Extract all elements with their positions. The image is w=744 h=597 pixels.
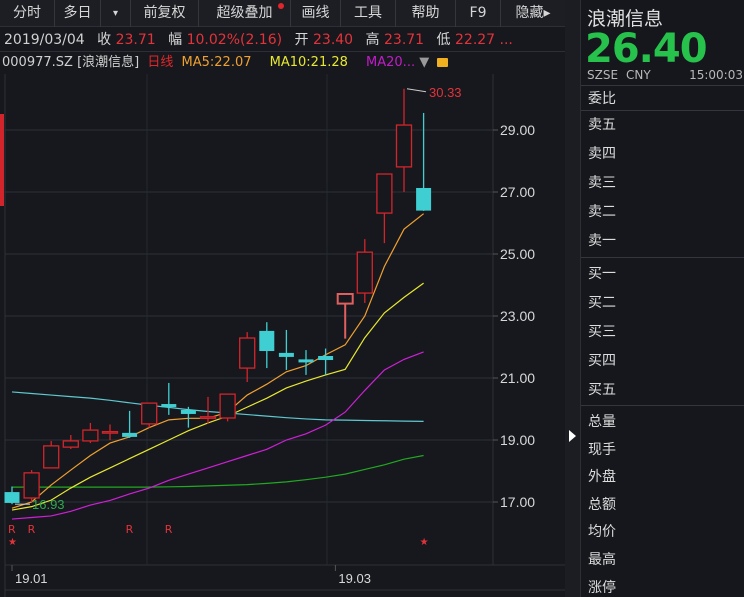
candle — [101, 424, 119, 440]
expand-arrow-icon[interactable] — [569, 430, 576, 442]
candle — [4, 486, 20, 505]
stat-label: 最高 — [588, 552, 616, 568]
exchange: SZSE — [587, 68, 619, 82]
candle — [259, 322, 275, 369]
candle — [62, 435, 79, 449]
candle — [376, 173, 393, 244]
r-signal-marker: R — [165, 523, 173, 536]
y-tick-label: 25.00 — [500, 246, 535, 262]
currency: CNY — [626, 68, 651, 82]
sell-level-label: 卖二 — [588, 204, 616, 220]
candle — [278, 329, 294, 370]
candle-body — [395, 124, 413, 168]
candle-body — [101, 430, 119, 434]
candle-body — [62, 440, 79, 448]
candlestick-chart[interactable]: 29.00 27.00 25.00 23.00 21.00 19.00 17.00 19.01… — [0, 0, 565, 597]
candle — [395, 88, 413, 192]
candle-body — [318, 355, 334, 361]
candle — [43, 440, 60, 469]
last-price: 26.40 — [585, 26, 708, 72]
candle-body — [239, 337, 256, 369]
order-ratio-label: 委比 — [588, 91, 616, 107]
candle-body — [219, 393, 236, 419]
candle-body — [23, 472, 40, 499]
quote-time: 15:00:03 — [689, 68, 743, 82]
y-tick-label: 29.00 — [500, 122, 535, 138]
candle-body — [4, 492, 20, 503]
buy-level-label: 买一 — [588, 266, 616, 282]
y-tick-label: 23.00 — [500, 308, 535, 324]
stat-label: 总量 — [588, 414, 616, 430]
candle-body — [180, 409, 196, 414]
candle-body — [122, 432, 138, 437]
stat-label: 涨停 — [588, 579, 616, 596]
stat-label: 外盘 — [588, 469, 616, 486]
candle — [219, 393, 236, 422]
buy-level-label: 买二 — [588, 295, 616, 311]
candle — [239, 332, 256, 383]
candle — [416, 112, 432, 211]
candle-body — [161, 404, 177, 408]
candle-body — [376, 173, 393, 214]
candle-body — [141, 402, 158, 425]
ma-line-ma20 — [11, 351, 424, 520]
stat-label: 总额 — [588, 496, 616, 513]
high-arrow-icon — [406, 88, 427, 93]
x-tick-label: 19.01 — [15, 571, 48, 586]
x-tick-label: 19.03 — [338, 571, 371, 586]
candle-body — [278, 352, 294, 357]
stat-label: 均价 — [588, 524, 616, 541]
candle — [161, 382, 177, 415]
candle-body — [259, 330, 275, 352]
sell-level-label: 卖三 — [588, 175, 616, 191]
ma-line-ma — [11, 391, 424, 422]
star-signal-icon: ★ — [8, 537, 17, 548]
buy-level-label: 买三 — [588, 324, 616, 340]
y-tick-label: 27.00 — [500, 184, 535, 200]
sell-level-label: 卖五 — [588, 117, 616, 133]
r-signal-marker: R — [28, 523, 36, 536]
quote-meta: SZSE CNY 15:00:03 — [587, 68, 743, 82]
buy-level-label: 买四 — [588, 353, 616, 369]
r-signal-marker: R — [126, 523, 134, 536]
side-collapse-strip[interactable] — [565, 0, 580, 597]
stat-label: 现手 — [588, 441, 616, 458]
candle — [141, 402, 158, 428]
sell-level-label: 卖一 — [588, 233, 616, 249]
y-tick-label: 17.00 — [500, 494, 535, 510]
candle-body — [82, 429, 99, 442]
candle-body — [356, 251, 373, 294]
candle-body — [43, 445, 60, 469]
candle — [122, 410, 138, 438]
sell-level-label: 卖四 — [588, 146, 616, 162]
ma-line-ma60 — [12, 454, 424, 488]
left-range-indicator — [0, 114, 4, 206]
candle-body — [199, 416, 217, 419]
buy-level-label: 买五 — [588, 382, 616, 398]
quote-panel: 浪潮信息 26.40 SZSE CNY 15:00:03 委比 卖五 卖四 卖三 卖二 卖一… — [580, 0, 744, 597]
candle — [82, 422, 99, 444]
low-price-label: 16.93 — [32, 497, 65, 512]
candle — [356, 239, 373, 303]
candle-body — [336, 292, 354, 305]
candle — [180, 406, 196, 428]
candle-body — [298, 359, 314, 363]
candle-body — [416, 187, 432, 211]
y-tick-label: 19.00 — [500, 432, 535, 448]
r-signal-marker: R — [8, 523, 16, 536]
star-signal-icon: ★ — [420, 537, 429, 548]
high-price-label: 30.33 — [429, 85, 462, 100]
y-tick-label: 21.00 — [500, 370, 535, 386]
